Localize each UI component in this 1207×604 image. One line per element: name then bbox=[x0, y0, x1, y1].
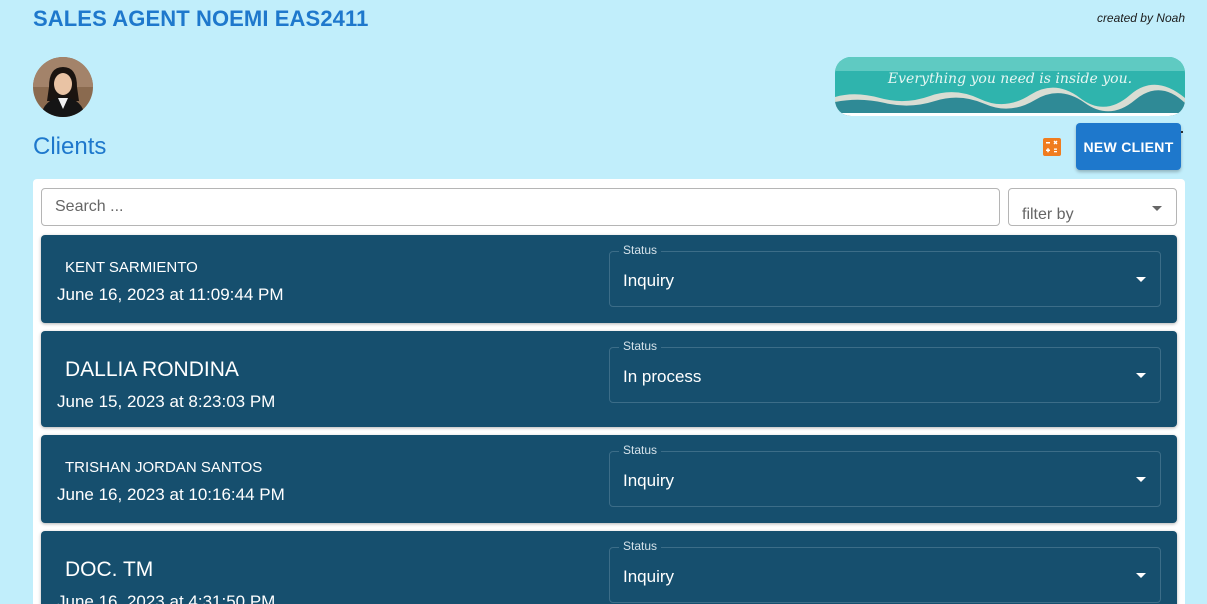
status-label: Status bbox=[619, 443, 662, 457]
client-date: June 16, 2023 at 4:31:50 PM bbox=[57, 592, 276, 604]
status-select[interactable]: Status Inquiry bbox=[609, 443, 1161, 507]
filter-select[interactable]: filter by bbox=[1008, 188, 1177, 226]
client-date: June 16, 2023 at 11:09:44 PM bbox=[57, 285, 284, 304]
chevron-down-icon bbox=[1152, 206, 1162, 211]
status-label: Status bbox=[619, 539, 662, 553]
chevron-down-icon bbox=[1136, 277, 1146, 282]
client-card[interactable]: KENT SARMIENTO June 16, 2023 at 11:09:44… bbox=[41, 235, 1177, 323]
client-name: DOC. TM bbox=[65, 558, 154, 581]
client-name: DALLIA RONDINA bbox=[65, 358, 239, 381]
client-name: TRISHAN JORDAN SANTOS bbox=[65, 459, 263, 476]
client-card[interactable]: TRISHAN JORDAN SANTOS June 16, 2023 at 1… bbox=[41, 435, 1177, 523]
agent-avatar bbox=[33, 57, 93, 117]
client-date: June 15, 2023 at 8:23:03 PM bbox=[57, 392, 276, 411]
clients-panel: filter by KENT SARMIENTO June 16, 2023 a… bbox=[33, 179, 1185, 604]
status-select[interactable]: Status Inquiry bbox=[609, 243, 1161, 307]
status-label: Status bbox=[619, 339, 662, 353]
status-value: Inquiry bbox=[623, 471, 675, 490]
chevron-down-icon bbox=[1136, 373, 1146, 378]
client-name: KENT SARMIENTO bbox=[65, 259, 198, 276]
new-client-button[interactable]: NEW CLIENT bbox=[1076, 123, 1181, 170]
client-card[interactable]: DALLIA RONDINA June 15, 2023 at 8:23:03 … bbox=[41, 331, 1177, 427]
chevron-down-icon bbox=[1136, 573, 1146, 578]
chevron-down-icon bbox=[1136, 477, 1146, 482]
search-input[interactable] bbox=[41, 188, 1000, 226]
client-date: June 16, 2023 at 10:16:44 PM bbox=[57, 485, 285, 504]
status-select[interactable]: Status In process bbox=[609, 339, 1161, 403]
status-select[interactable]: Status Inquiry bbox=[609, 539, 1161, 603]
status-label: Status bbox=[619, 243, 662, 257]
filter-label: filter by bbox=[1022, 206, 1074, 223]
banner-quote: Everything you need is inside you. bbox=[887, 71, 1132, 87]
calculator-icon[interactable] bbox=[1043, 138, 1061, 156]
status-value: Inquiry bbox=[623, 271, 675, 290]
client-card[interactable]: DOC. TM June 16, 2023 at 4:31:50 PM Stat… bbox=[41, 531, 1177, 604]
status-value: Inquiry bbox=[623, 567, 675, 586]
app-title: SALES AGENT NOEMI EAS2411 bbox=[33, 6, 369, 31]
section-title: Clients bbox=[33, 133, 107, 160]
motivational-banner: Everything you need is inside you. bbox=[835, 57, 1185, 116]
banner-dot bbox=[1181, 131, 1183, 133]
creator-credit: created by Noah bbox=[1096, 11, 1185, 25]
status-value: In process bbox=[623, 367, 702, 386]
